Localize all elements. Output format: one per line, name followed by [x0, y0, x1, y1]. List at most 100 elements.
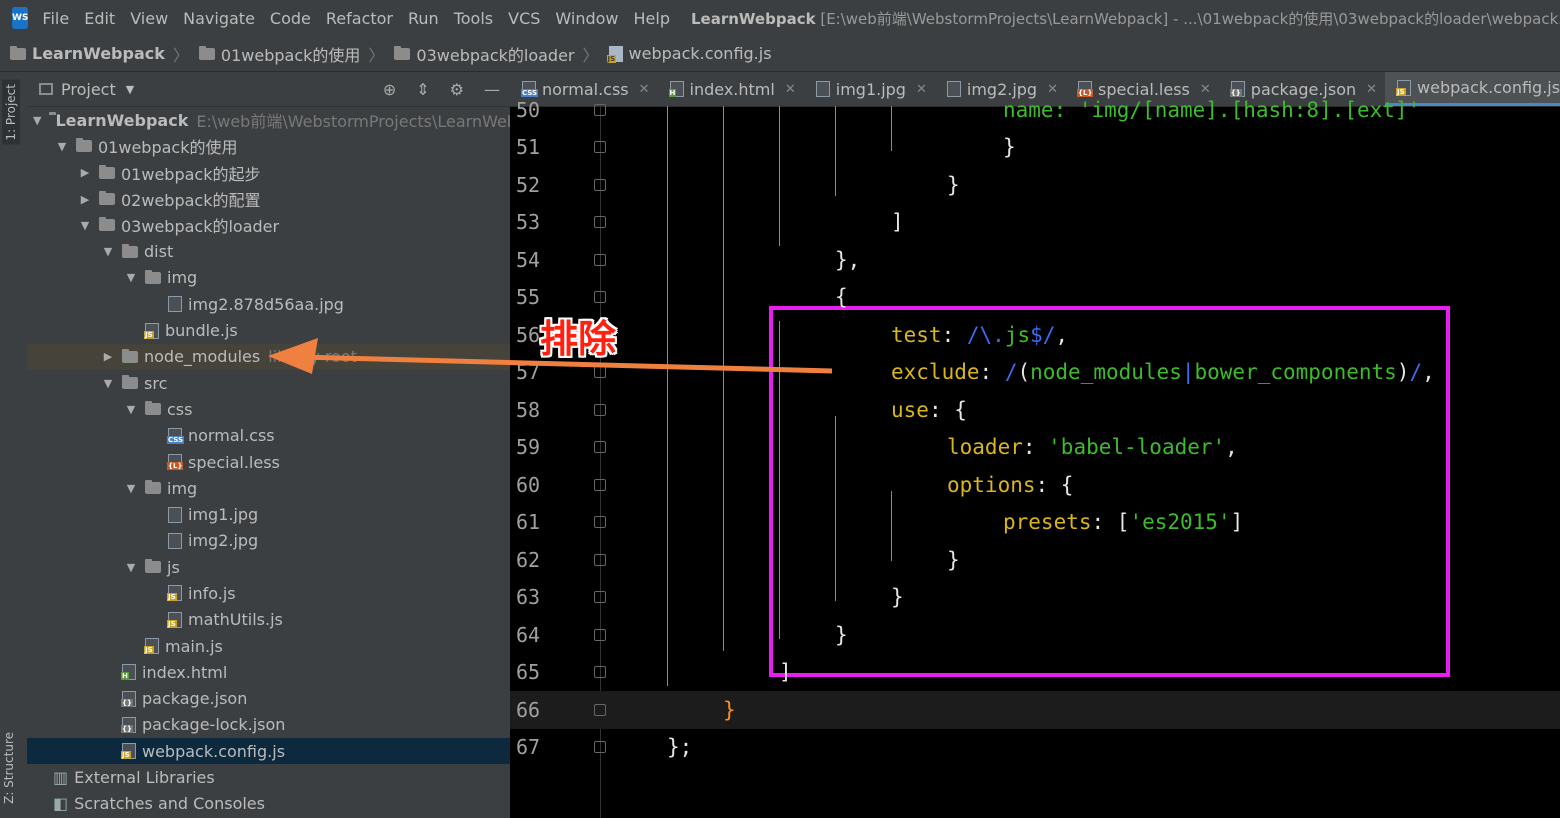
locate-target-icon[interactable]: ⊕ [383, 80, 396, 99]
menu-vcs[interactable]: VCS [508, 9, 540, 28]
fold-marker-icon[interactable] [594, 366, 606, 379]
tree-item[interactable]: img1.jpg [27, 501, 510, 527]
line-number[interactable]: 59 [516, 435, 556, 459]
breadcrumb-item-01webpack[interactable]: 01webpack的使用〉 [189, 42, 384, 66]
line-number[interactable]: 63 [516, 585, 556, 609]
line-number[interactable]: 55 [516, 285, 556, 309]
chevron-down-icon[interactable]: ▼ [125, 271, 137, 284]
tree-item[interactable]: img2.jpg [27, 528, 510, 554]
chevron-down-icon[interactable]: ▼ [33, 114, 41, 127]
menu-refactor[interactable]: Refactor [326, 9, 393, 28]
tree-item[interactable]: JS bundle.js [27, 317, 510, 343]
tree-item[interactable]: img2.878d56aa.jpg [27, 291, 510, 317]
breadcrumb-item-webpack-config[interactable]: JS webpack.config.js [599, 44, 772, 63]
line-number[interactable]: 64 [516, 623, 556, 647]
chevron-down-icon[interactable]: ▼ [125, 561, 137, 574]
tree-item[interactable]: ▼ 03webpack的loader [27, 212, 510, 238]
chevron-down-icon[interactable]: ▼ [102, 245, 114, 258]
tree-item[interactable]: {} package.json [27, 686, 510, 712]
fold-marker-icon[interactable] [594, 591, 606, 604]
line-number[interactable]: 57 [516, 360, 556, 384]
line-number[interactable]: 51 [516, 135, 556, 159]
tree-item[interactable]: ◧ Scratches and Consoles [27, 791, 510, 817]
line-number[interactable]: 62 [516, 548, 556, 572]
menu-view[interactable]: View [130, 9, 168, 28]
chevron-down-icon[interactable]: ▼ [56, 140, 68, 153]
collapse-split-icon[interactable]: ⇕ [416, 80, 429, 99]
tree-item[interactable]: ▼ js [27, 554, 510, 580]
line-number[interactable]: 67 [516, 735, 556, 759]
line-number[interactable]: 61 [516, 510, 556, 534]
tree-item-label: img [167, 478, 198, 498]
chevron-right-icon[interactable]: ▶ [79, 193, 91, 206]
menu-window[interactable]: Window [555, 9, 618, 28]
line-number[interactable]: 60 [516, 473, 556, 497]
fold-marker-icon[interactable] [594, 666, 606, 679]
fold-marker-icon[interactable] [594, 628, 606, 641]
menu-help[interactable]: Help [634, 9, 670, 28]
project-tool-tab[interactable]: 1: Project [2, 80, 20, 145]
fold-marker-icon[interactable] [594, 403, 606, 416]
tree-item[interactable]: {} package-lock.json [27, 712, 510, 738]
tree-item[interactable]: ▼ css [27, 396, 510, 422]
menu-edit[interactable]: Edit [84, 9, 115, 28]
minimize-icon[interactable]: — [484, 80, 500, 99]
menu-navigate[interactable]: Navigate [183, 9, 255, 28]
fold-marker-icon[interactable] [594, 103, 606, 116]
folder-icon [99, 217, 115, 232]
line-number[interactable]: 53 [516, 210, 556, 234]
tree-item[interactable]: JS main.js [27, 633, 510, 659]
fold-marker-icon[interactable] [594, 703, 606, 716]
line-number[interactable]: 54 [516, 248, 556, 272]
chevron-right-icon[interactable]: ▶ [102, 350, 114, 363]
tree-item[interactable]: ▼ LearnWebpack E:\web前端\WebstormProjects\L… [27, 107, 510, 133]
fold-marker-icon[interactable] [594, 253, 606, 266]
menu-run[interactable]: Run [408, 9, 439, 28]
fold-marker-icon[interactable] [594, 216, 606, 229]
chevron-down-icon[interactable]: ▼ [125, 403, 137, 416]
code-editor[interactable]: CSS normal.css ✕ Hindex.html ✕ img1.jpg ✕ img2.… [510, 72, 1560, 818]
fold-marker-icon[interactable] [594, 741, 606, 754]
breadcrumb-item-project[interactable]: LearnWebpack 〉 [0, 42, 189, 66]
menu-tools[interactable]: Tools [454, 9, 493, 28]
chevron-right-icon[interactable]: ▶ [79, 166, 91, 179]
chevron-down-icon[interactable]: ▼ [125, 482, 137, 495]
tree-item[interactable]: Hindex.html [27, 659, 510, 685]
line-number[interactable]: 50 [516, 98, 556, 122]
gear-icon[interactable]: ⚙ [450, 80, 464, 99]
structure-tool-tab[interactable]: Z: Structure [2, 732, 16, 804]
tree-item[interactable]: ▼ 01webpack的使用 [27, 133, 510, 159]
line-number[interactable]: 52 [516, 173, 556, 197]
tree-item[interactable]: {L} special.less [27, 449, 510, 475]
tree-item[interactable]: ▶ 01webpack的起步 [27, 160, 510, 186]
fold-marker-icon[interactable] [594, 441, 606, 454]
tree-item[interactable]: JS mathUtils.js [27, 607, 510, 633]
breadcrumb-item-03webpack-loader[interactable]: 03webpack的loader 〉 [384, 42, 599, 66]
chevron-down-icon[interactable]: ▼ [126, 83, 134, 96]
fold-marker-icon[interactable] [594, 178, 606, 191]
tree-item[interactable]: JS webpack.config.js [27, 738, 510, 765]
tree-item[interactable]: ▼ img [27, 265, 510, 291]
chevron-down-icon[interactable]: ▼ [79, 219, 91, 232]
code-area[interactable]: 50 name: 'img/[name].[hash:8].[ext]' 51} 52… [510, 98, 1560, 818]
fold-marker-icon[interactable] [594, 553, 606, 566]
menu-code[interactable]: Code [270, 9, 311, 28]
line-number[interactable]: 65 [516, 660, 556, 684]
fold-marker-icon[interactable] [594, 291, 606, 304]
menu-file[interactable]: File [42, 9, 69, 28]
tree-item[interactable]: ▼ dist [27, 238, 510, 264]
fold-marker-icon[interactable] [594, 141, 606, 154]
line-number[interactable]: 58 [516, 398, 556, 422]
tree-item[interactable]: ▶ node_modules library root [27, 343, 510, 370]
line-number[interactable]: 66 [516, 698, 556, 722]
tree-item[interactable]: ▼ img [27, 475, 510, 501]
tree-item[interactable]: ▼ src [27, 370, 510, 396]
fold-marker-icon[interactable] [594, 516, 606, 529]
project-view-selector[interactable]: Project [61, 80, 116, 99]
tree-item[interactable]: JS info.js [27, 580, 510, 606]
tree-item[interactable]: ▥ External Libraries [27, 764, 510, 790]
tree-item[interactable]: CSS normal.css [27, 423, 510, 449]
tree-item[interactable]: ▶ 02webpack的配置 [27, 186, 510, 212]
fold-marker-icon[interactable] [594, 478, 606, 491]
chevron-down-icon[interactable]: ▼ [102, 377, 114, 390]
